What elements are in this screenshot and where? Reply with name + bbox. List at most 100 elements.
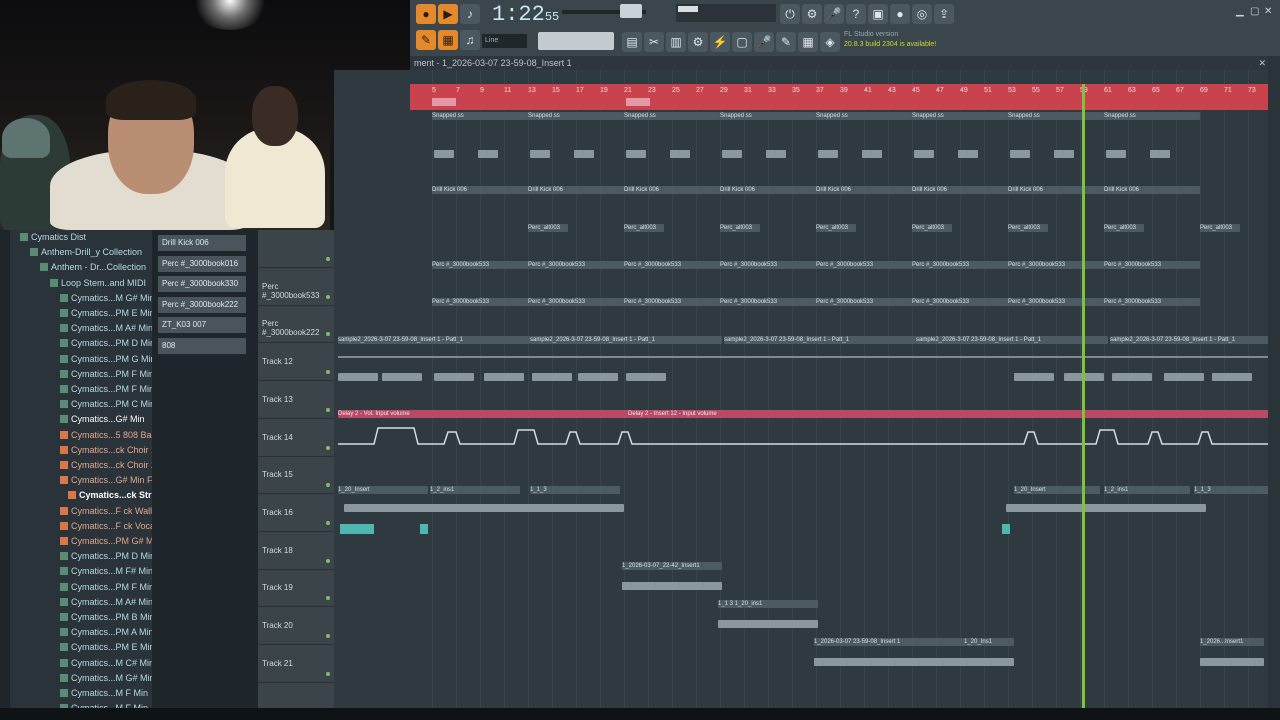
clip-track20[interactable]: 1_1 3 1_20_ins1	[718, 600, 818, 608]
playlist-clip[interactable]	[766, 150, 786, 158]
playlist-clip[interactable]	[722, 150, 742, 158]
browser-item[interactable]: Cymatics...ck Choir 2	[60, 458, 152, 472]
clip-track19[interactable]: 1_2026-03-07_22-42_Insert1	[622, 562, 722, 570]
browser-item[interactable]: Cymatics...PM A Min	[60, 625, 152, 639]
snap-button[interactable]: ✎	[416, 30, 436, 50]
record-icon[interactable]: ●	[890, 4, 910, 24]
playlist-clip[interactable]	[718, 620, 818, 628]
channel-button[interactable]: Perc #_3000book222	[158, 296, 246, 313]
browser-item[interactable]: Anthem-Drill_y Collection	[30, 245, 152, 259]
save-icon[interactable]: ▣	[868, 4, 888, 24]
playlist-clip[interactable]	[814, 658, 1014, 666]
browser-item[interactable]: Cymatics...ck Strings	[68, 488, 152, 502]
playlist-close-icon[interactable]: ✕	[1258, 56, 1266, 70]
clip-kick[interactable]: Drill Kick 006	[624, 186, 720, 194]
playlist-clip[interactable]	[958, 150, 978, 158]
mixer-icon[interactable]: ⚙	[802, 4, 822, 24]
playlist-scrollbar[interactable]	[1268, 56, 1280, 710]
clip-track12[interactable]: sample2_2026-3-07 23-59-08_Insert 1 - Pa…	[530, 336, 722, 344]
tempo-field[interactable]: Line	[482, 34, 527, 48]
playlist-clip[interactable]	[1200, 658, 1264, 666]
playlist-clip[interactable]	[1212, 373, 1252, 381]
browser-item[interactable]: Cymatics...M A# Min	[60, 321, 152, 335]
metronome-button[interactable]: ♫	[460, 30, 480, 50]
clip-snapped[interactable]: Snapped ss	[816, 112, 912, 120]
browser-item[interactable]: Cymatics...PM G# Min	[60, 534, 152, 548]
browser-item[interactable]: Cymatics...M F# Min	[60, 564, 152, 578]
playlist-clip[interactable]	[1010, 150, 1030, 158]
window-minimize-button[interactable]: ▁	[1236, 6, 1244, 17]
clip-track21[interactable]: 1_2026...Insert1	[1200, 638, 1264, 646]
teal-clip[interactable]	[1002, 524, 1010, 534]
track-header[interactable]: Track 12	[258, 343, 334, 382]
track-enable-led[interactable]	[326, 407, 330, 412]
tool-icon-10[interactable]: ◈	[820, 32, 840, 52]
clip-track12[interactable]: sample2_2026-3-07 23-59-08_Insert 1 - Pa…	[724, 336, 916, 344]
playlist-clip[interactable]	[434, 150, 454, 158]
browser-item[interactable]: Cymatics...ck Choir 1	[60, 443, 152, 457]
playlist-clip[interactable]	[344, 504, 624, 512]
playlist-clip[interactable]	[484, 373, 524, 381]
clip-perc-b[interactable]: Perc #_3000book533	[912, 261, 1008, 269]
export-icon[interactable]: ⇪	[934, 4, 954, 24]
help-icon[interactable]: ?	[846, 4, 866, 24]
cpu-icon[interactable]: ⏻	[780, 4, 800, 24]
clip-kick[interactable]: Drill Kick 006	[1104, 186, 1200, 194]
browser-item[interactable]: Cymatics...M A# Min	[60, 595, 152, 609]
mic-icon[interactable]: 🎤	[824, 4, 844, 24]
clip-perc-b[interactable]: Perc #_3000book533	[432, 261, 528, 269]
browser-item[interactable]: Cymatics...PM C Min	[60, 397, 152, 411]
clip-snapped[interactable]: Snapped ss	[1008, 112, 1104, 120]
chat-icon[interactable]: ◎	[912, 4, 932, 24]
track-enable-led[interactable]	[326, 596, 330, 601]
browser-item[interactable]: Cymatics...G# Min F8	[60, 473, 152, 487]
track-header[interactable]: Track 21	[258, 645, 334, 683]
track-enable-led[interactable]	[326, 257, 330, 261]
browser-item[interactable]: Cymatics...PM B Min	[60, 610, 152, 624]
playlist-clip[interactable]	[626, 150, 646, 158]
paint-button[interactable]: ▦	[438, 30, 458, 50]
playlist-clip[interactable]	[670, 150, 690, 158]
playlist-clip[interactable]	[622, 582, 722, 590]
track-header[interactable]: Track 13	[258, 381, 334, 419]
teal-clip[interactable]	[420, 524, 428, 534]
track-header[interactable]: Perc #_3000book533	[258, 268, 334, 306]
playlist-grid[interactable]: Snapped ss Snapped ss Snapped ss Snapped ss…	[334, 70, 1268, 710]
tool-icon-9[interactable]: ▦	[798, 32, 818, 52]
clip-perc[interactable]: Perc_alt003	[720, 224, 760, 232]
browser-item[interactable]: Cymatics...M F Min	[60, 686, 152, 700]
clip-track16[interactable]: 1_20_Insert	[338, 486, 428, 494]
automation-curve[interactable]	[334, 420, 1268, 446]
track-enable-led[interactable]	[326, 294, 330, 299]
playhead[interactable]	[1082, 84, 1085, 710]
track-header[interactable]	[258, 230, 334, 268]
browser-item[interactable]: Cymatics...PM E Min	[60, 640, 152, 654]
clip-perc-b[interactable]: Perc #_3000book533	[624, 261, 720, 269]
playlist-clip[interactable]	[478, 150, 498, 158]
clip-snapped[interactable]: Snapped ss	[432, 112, 528, 120]
clip-track12[interactable]: sample2_2026-3-07 23-59-08_Insert 1 - Pa…	[338, 336, 530, 344]
track-enable-led[interactable]	[326, 520, 330, 525]
clip-perc-b[interactable]: Perc #_3000book533	[1008, 261, 1104, 269]
browser-item[interactable]: Cymatics...PM E Min	[60, 306, 152, 320]
clip-perc-b[interactable]: Perc #_3000book533	[816, 261, 912, 269]
playlist-clip[interactable]	[626, 373, 666, 381]
channel-button[interactable]: ZT_K03 007	[158, 317, 246, 334]
tool-icon-7[interactable]: 🎤	[754, 32, 774, 52]
track-enable-led[interactable]	[326, 558, 330, 563]
browser-item[interactable]: Cymatics...5 808 Bass	[60, 428, 152, 442]
playlist-clip[interactable]	[574, 150, 594, 158]
playlist-clip[interactable]	[578, 373, 618, 381]
clip-perc[interactable]: Perc_alt003	[624, 224, 664, 232]
playlist-clip[interactable]	[862, 150, 882, 158]
clip-perc-b[interactable]: Perc #_3000book533	[912, 298, 1008, 306]
clip-perc[interactable]: Perc_alt003	[528, 224, 568, 232]
browser-item[interactable]: Cymatics...PM F Min	[60, 367, 152, 381]
song-position-time[interactable]: 1:2255	[492, 2, 559, 27]
clip-perc-b[interactable]: Perc #_3000book533	[816, 298, 912, 306]
playlist-clip[interactable]	[530, 150, 550, 158]
track-header[interactable]: Perc #_3000book222	[258, 305, 334, 344]
browser-item[interactable]: Anthem - Dr...Collection	[40, 260, 152, 274]
playlist-clip[interactable]	[382, 373, 422, 381]
channel-button[interactable]: Perc #_3000book330	[158, 276, 246, 293]
